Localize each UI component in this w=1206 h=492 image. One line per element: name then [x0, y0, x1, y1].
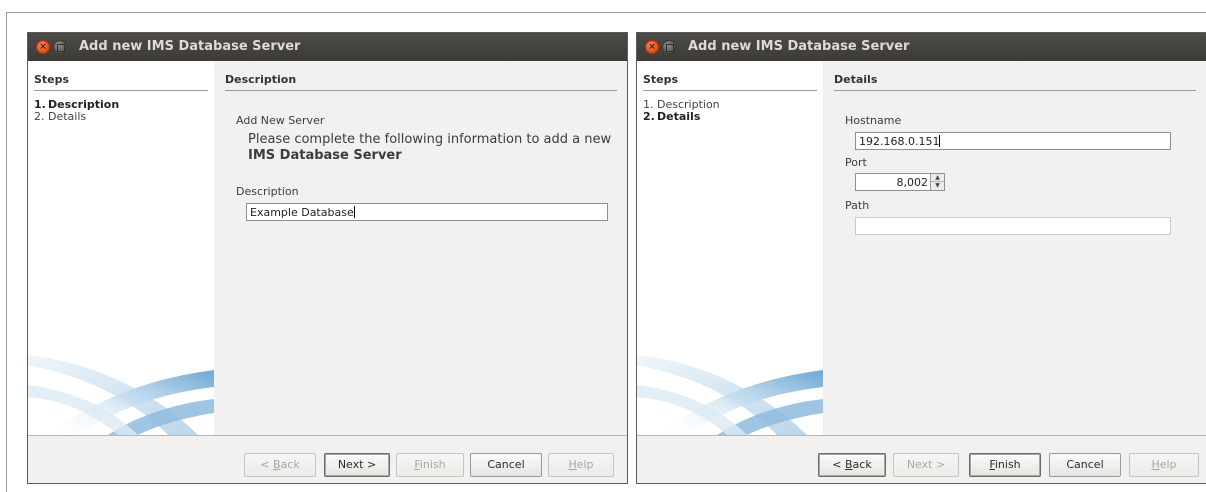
- minimize-icon[interactable]: [662, 40, 676, 54]
- spinner-down-icon[interactable]: ▼: [931, 182, 944, 190]
- steps-pane: Steps 1. Description 2. Details: [28, 61, 214, 435]
- content-pane: Description Add New Server Please comple…: [214, 61, 627, 435]
- close-icon[interactable]: ×: [645, 40, 659, 54]
- steps-pane: Steps 1. Description 2. Details: [637, 61, 823, 435]
- add-new-server-label: Add New Server: [236, 114, 325, 127]
- back-button[interactable]: < Back: [244, 453, 316, 477]
- wizard-dialog-step-details: × Add new IMS Database Server Steps 1. De…: [636, 32, 1206, 484]
- back-button-mnemonic: B: [845, 458, 853, 471]
- minimize-icon[interactable]: [53, 40, 67, 54]
- cancel-button[interactable]: Cancel: [470, 453, 542, 477]
- finish-button-label: inish: [994, 458, 1021, 471]
- wizard-dialog-step-description: × Add new IMS Database Server Steps 1. De…: [27, 32, 628, 484]
- spinner-arrows: ▲ ▼: [930, 174, 944, 190]
- decorative-swirl-image: [637, 355, 823, 435]
- content-header: Description: [225, 73, 617, 91]
- title-bar: × Add new IMS Database Server: [28, 33, 627, 61]
- window-frame-top: [6, 12, 1206, 13]
- step-label: Details: [48, 110, 87, 123]
- button-bar: < Back Next > Finish Cancel Help: [637, 435, 1206, 483]
- spinner-up-icon[interactable]: ▲: [931, 174, 944, 182]
- next-button[interactable]: Next >: [893, 453, 959, 477]
- help-button[interactable]: Help: [548, 453, 614, 477]
- back-button-mnemonic: B: [273, 458, 281, 471]
- port-label: Port: [845, 156, 867, 169]
- help-button-mnemonic: H: [1151, 458, 1160, 471]
- finish-button-label: inish: [419, 458, 446, 471]
- button-bar: < Back Next > Finish Cancel Help: [28, 435, 627, 483]
- help-button-label: elp: [576, 458, 594, 471]
- description-value: Example Database: [250, 206, 354, 219]
- instructions-text: Please complete the following informatio…: [248, 132, 612, 147]
- dialog-title: Add new IMS Database Server: [79, 39, 301, 54]
- next-button[interactable]: Next >: [324, 453, 390, 477]
- port-spinner[interactable]: 8,002 ▲ ▼: [855, 173, 945, 191]
- finish-button[interactable]: Finish: [969, 453, 1041, 477]
- step-number: 2.: [34, 110, 45, 123]
- port-value: 8,002: [896, 176, 929, 189]
- content-header: Details: [834, 73, 1196, 91]
- steps-header: Steps: [34, 73, 208, 91]
- steps-list: 1. Description 2. Details: [34, 99, 119, 123]
- step-number: 2.: [643, 110, 655, 123]
- back-button-label: ack: [280, 458, 300, 471]
- back-button-label: ack: [852, 458, 872, 471]
- hostname-field[interactable]: 192.168.0.151: [855, 132, 1171, 150]
- hostname-value: 192.168.0.151: [859, 135, 940, 148]
- back-button[interactable]: < Back: [818, 453, 886, 477]
- step-item-details: 2. Details: [643, 111, 720, 123]
- text-caret: [353, 206, 355, 218]
- instructions-product-name: IMS Database Server: [248, 148, 402, 163]
- finish-button[interactable]: Finish: [396, 453, 464, 477]
- steps-list: 1. Description 2. Details: [643, 99, 720, 123]
- decorative-swirl-image: [28, 355, 214, 435]
- steps-header: Steps: [643, 73, 817, 91]
- cancel-button[interactable]: Cancel: [1049, 453, 1121, 477]
- window-frame-left: [6, 12, 7, 492]
- step-label: Details: [657, 110, 701, 123]
- text-caret: [939, 135, 941, 147]
- path-label: Path: [845, 199, 870, 212]
- back-button-prefix: <: [260, 458, 273, 471]
- help-button-label: elp: [1159, 458, 1177, 471]
- title-bar: × Add new IMS Database Server: [637, 33, 1206, 61]
- hostname-label: Hostname: [845, 114, 902, 127]
- description-field[interactable]: Example Database: [246, 203, 608, 221]
- dialog-title: Add new IMS Database Server: [688, 39, 910, 54]
- content-pane: Details Hostname 192.168.0.151 Port 8,00…: [823, 61, 1206, 435]
- close-icon[interactable]: ×: [36, 40, 50, 54]
- help-button-mnemonic: H: [568, 458, 577, 471]
- description-label: Description: [236, 185, 299, 198]
- path-field[interactable]: [855, 217, 1171, 235]
- step-item-details: 2. Details: [34, 111, 119, 123]
- help-button[interactable]: Help: [1129, 453, 1199, 477]
- back-button-prefix: <: [832, 458, 845, 471]
